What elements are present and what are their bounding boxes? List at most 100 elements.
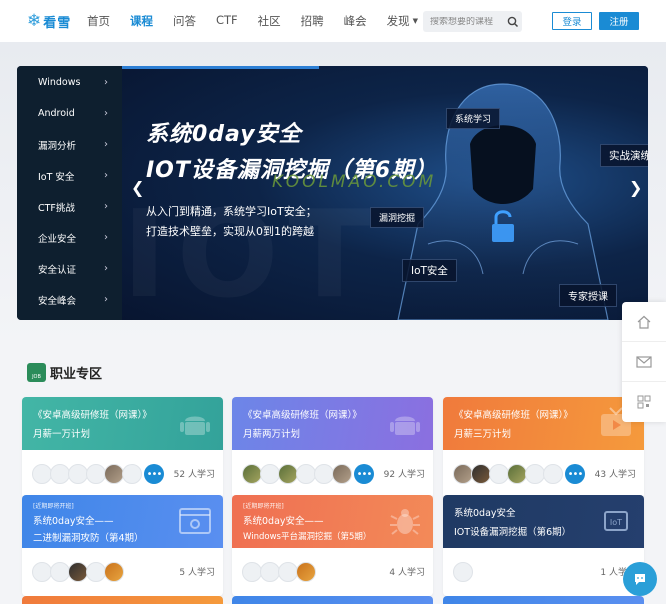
section-header: JOB 职业专区 xyxy=(27,363,102,382)
menu-item-label: Android xyxy=(38,108,75,119)
register-button[interactable]: 注册 xyxy=(599,12,639,30)
avatar xyxy=(32,464,52,484)
nav-ctf[interactable]: CTF xyxy=(216,13,238,29)
menu-item-windows[interactable]: Windows › xyxy=(17,67,122,98)
nav-home[interactable]: 首页 xyxy=(87,13,110,29)
nav-discover[interactable]: 发现 ▼ xyxy=(387,13,418,29)
banner-subtitle-line2: 打造技术壁垒，实现从0到1的跨越 xyxy=(146,225,314,238)
course-card[interactable]: 《安卓高级研修班（网课）》 月薪两万计划 ••• 92 人学习 xyxy=(232,397,433,498)
avatar xyxy=(86,562,106,582)
banner-subtitle-line1: 从入门到精通，系统学习IoT安全； xyxy=(146,205,317,218)
menu-item-label: 安全认证 xyxy=(38,264,77,276)
avatar xyxy=(104,464,124,484)
android-icon xyxy=(180,416,210,435)
course-card-header: 系统0day安全 IOT设备漏洞挖掘（第6期） IoT xyxy=(443,495,644,548)
learner-count: 92 人学习 xyxy=(383,470,425,480)
course-card[interactable]: [近期即将开班] 系统0day安全—— Windows平台漏洞挖掘（第5期） 4… xyxy=(232,495,433,596)
qrcode-icon[interactable] xyxy=(622,382,666,422)
top-header: ❄ 看雪 首页 课程 问答 CTF 社区 招聘 峰会 发现▼ 登录 注册 xyxy=(0,0,666,42)
search-box xyxy=(423,11,522,32)
avatar xyxy=(525,464,545,484)
menu-item-label: CTF挑战 xyxy=(38,202,75,214)
more-learners-button[interactable]: ••• xyxy=(565,464,585,484)
more-learners-button[interactable]: ••• xyxy=(354,464,374,484)
avatar xyxy=(507,464,527,484)
avatar xyxy=(314,464,334,484)
avatar xyxy=(296,562,316,582)
avatar xyxy=(489,464,509,484)
banner-title-line1: 系统0day安全 xyxy=(146,122,302,147)
course-card[interactable]: [近期即将开班] 系统0day安全—— 二进制漏洞攻防（第4期） 5 人学习 xyxy=(22,495,223,596)
tag-system-learning: 系统学习 xyxy=(446,108,501,129)
avatar xyxy=(260,464,280,484)
search-icon[interactable] xyxy=(506,15,520,29)
chat-support-icon[interactable] xyxy=(623,562,657,596)
next-slide-arrow-icon[interactable]: ❯ xyxy=(629,178,642,197)
course-card[interactable]: 《安卓高级研修班（网课）》 月薪三万计划 ••• 43 人学习 xyxy=(443,397,644,498)
course-card-header: 《安卓高级研修班（网课）》 月薪三万计划 xyxy=(443,397,644,450)
prev-slide-arrow-icon[interactable]: ❮ xyxy=(131,178,144,197)
nav-jobs[interactable]: 招聘 xyxy=(301,13,324,29)
more-learners-button[interactable]: ••• xyxy=(144,464,164,484)
learner-count: 5 人学习 xyxy=(179,568,215,578)
menu-item-android[interactable]: Android › xyxy=(17,98,122,129)
learner-avatars xyxy=(32,562,124,582)
nav-qa[interactable]: 问答 xyxy=(173,13,196,29)
course-card-peek xyxy=(232,596,433,604)
menu-item-enterprise[interactable]: 企业安全 › xyxy=(17,222,122,253)
avatar xyxy=(68,464,88,484)
course-card-peek xyxy=(22,596,223,604)
watermark: KOOLMAO.COM xyxy=(272,172,437,192)
course-card-footer: ••• 52 人学习 xyxy=(22,450,223,498)
menu-item-certification[interactable]: 安全认证 › xyxy=(17,253,122,284)
learner-avatars xyxy=(32,464,142,484)
menu-item-ctf[interactable]: CTF挑战 › xyxy=(17,191,122,222)
section-title: 职业专区 xyxy=(50,367,103,382)
menu-item-iot[interactable]: IoT 安全 › xyxy=(17,160,122,191)
banner-slide[interactable]: IOT 系统0day安全 IOT设备漏洞挖掘（第6期） KOOLMAO.COM … xyxy=(122,66,648,320)
site-logo[interactable]: ❄ 看雪 xyxy=(27,12,81,31)
tag-iot-security: IoT安全 xyxy=(402,259,457,282)
menu-item-label: IoT 安全 xyxy=(38,171,75,183)
chevron-right-icon: › xyxy=(104,232,108,243)
avatar xyxy=(50,464,70,484)
avatar xyxy=(242,464,262,484)
svg-text:IoT: IoT xyxy=(610,518,622,527)
iot-chip-icon: IoT xyxy=(604,511,628,531)
menu-item-summit[interactable]: 安全峰会 › xyxy=(17,284,122,315)
course-card[interactable]: 系统0day安全 IOT设备漏洞挖掘（第6期） IoT 1 人学习 xyxy=(443,495,644,596)
avatar xyxy=(260,562,280,582)
nav-discover-label: 发现 xyxy=(386,14,410,28)
avatar xyxy=(296,464,316,484)
menu-item-label: 企业安全 xyxy=(38,233,77,245)
menu-item-label: Windows xyxy=(38,77,81,88)
avatar xyxy=(86,464,106,484)
avatar xyxy=(50,562,70,582)
course-card[interactable]: 《安卓高级研修班（网课）》 月薪一万计划 ••• 52 人学习 xyxy=(22,397,223,498)
login-button[interactable]: 登录 xyxy=(552,12,592,30)
course-card-footer: ••• 43 人学习 xyxy=(443,450,644,498)
avatar xyxy=(332,464,352,484)
course-card-header: 《安卓高级研修班（网课）》 月薪两万计划 xyxy=(232,397,433,450)
tag-expert-teaching: 专家授课 xyxy=(559,284,617,307)
bug-icon xyxy=(390,509,420,535)
learner-avatars xyxy=(242,464,352,484)
avatar xyxy=(543,464,563,484)
job-icon-text: JOB xyxy=(32,374,41,380)
home-icon[interactable] xyxy=(622,302,666,342)
learner-count: 52 人学习 xyxy=(173,470,215,480)
browser-icon xyxy=(179,508,211,534)
search-input[interactable] xyxy=(430,16,506,27)
nav-courses[interactable]: 课程 xyxy=(130,13,153,29)
chevron-right-icon: › xyxy=(104,139,108,150)
learner-avatars xyxy=(242,562,316,582)
course-card-header: [近期即将开班] 系统0day安全—— Windows平台漏洞挖掘（第5期） xyxy=(232,495,433,548)
menu-item-vuln-analysis[interactable]: 漏洞分析 › xyxy=(17,129,122,160)
tag-practice: 实战演练 xyxy=(600,144,648,167)
nav-summit[interactable]: 峰会 xyxy=(344,13,367,29)
mail-icon[interactable] xyxy=(622,342,666,382)
course-card-header: [近期即将开班] 系统0day安全—— 二进制漏洞攻防（第4期） xyxy=(22,495,223,548)
course-card-peek xyxy=(443,596,644,604)
nav-community[interactable]: 社区 xyxy=(258,13,281,29)
job-icon: JOB xyxy=(27,363,46,382)
